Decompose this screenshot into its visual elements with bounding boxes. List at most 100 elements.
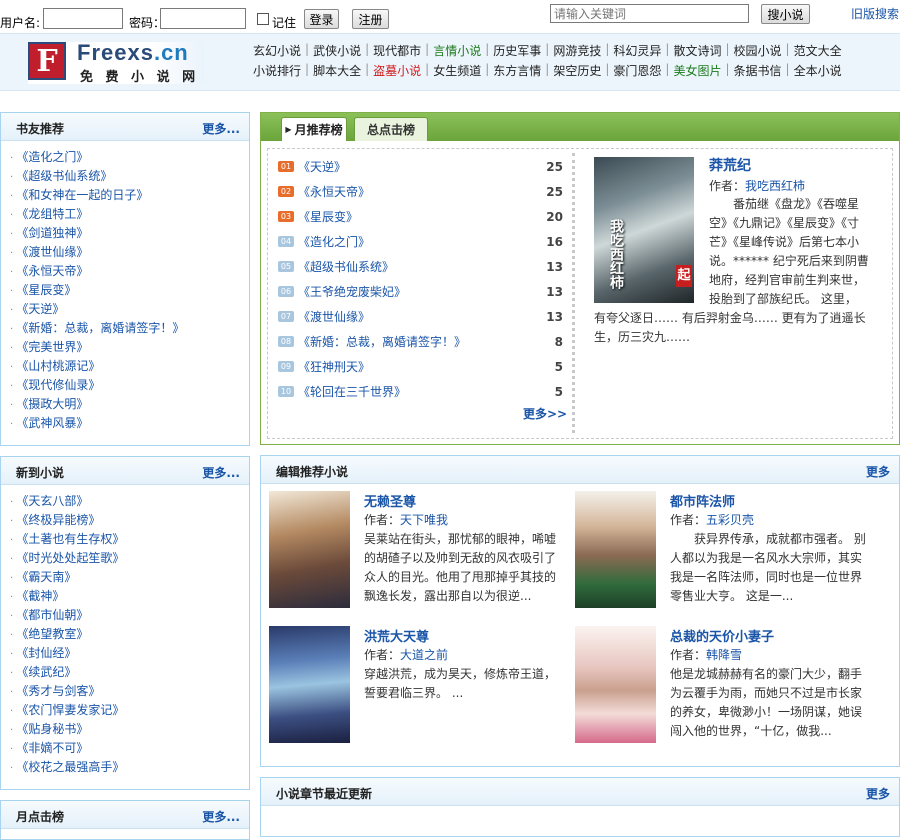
nav-link[interactable]: 小说排行 xyxy=(249,62,305,79)
list-item[interactable]: · 《非嫡不可》 xyxy=(10,739,124,758)
author-link[interactable]: 大道之前 xyxy=(400,648,448,662)
list-item[interactable]: · 《星辰变》 xyxy=(10,281,184,300)
book-link[interactable]: 《新婚：总裁，离婚请签字！》 xyxy=(16,321,184,335)
list-item[interactable]: · 《摄政大明》 xyxy=(10,395,184,414)
list-item[interactable]: · 《秀才与剑客》 xyxy=(10,682,124,701)
more-link[interactable]: 更多... xyxy=(202,464,240,481)
nav-link[interactable]: 科幻灵异 xyxy=(609,42,665,59)
book-link[interactable]: 《非嫡不可》 xyxy=(16,741,88,755)
nav-link[interactable]: 校园小说 xyxy=(730,42,786,59)
book-title[interactable]: 洪荒大天尊 xyxy=(364,626,429,645)
author-link[interactable]: 五彩贝壳 xyxy=(706,513,754,527)
book-link[interactable]: 《剑道独神》 xyxy=(16,226,88,240)
list-item[interactable]: · 《天逆》 xyxy=(10,300,184,319)
list-item[interactable]: · 《剑道独神》 xyxy=(10,224,184,243)
ranking-row[interactable]: 08 《新婚：总裁，离婚请签字！》 8 xyxy=(278,330,563,355)
nav-link[interactable]: 豪门恩怨 xyxy=(609,62,665,79)
list-item[interactable]: · 《新婚：总裁，离婚请签字！》 xyxy=(10,319,184,338)
book-link[interactable]: 《终极异能榜》 xyxy=(16,513,100,527)
register-button[interactable]: 注册 xyxy=(352,9,389,29)
book-title[interactable]: 总裁的天价小妻子 xyxy=(670,626,774,645)
list-item[interactable]: · 《武神风暴》 xyxy=(10,414,184,433)
nav-link[interactable]: 条据书信 xyxy=(730,62,786,79)
list-item[interactable]: · 《现代修仙录》 xyxy=(10,376,184,395)
more-link[interactable]: 更多 xyxy=(866,785,890,802)
book-link[interactable]: 《截神》 xyxy=(16,589,64,603)
list-item[interactable]: · 《渡世仙缘》 xyxy=(10,243,184,262)
rank-book-link[interactable]: 《轮回在三千世界》 xyxy=(298,385,406,399)
author-link[interactable]: 天下唯我 xyxy=(400,513,448,527)
ranking-row[interactable]: 07 《渡世仙缘》 13 xyxy=(278,305,563,330)
book-link[interactable]: 《永恒天帝》 xyxy=(16,264,88,278)
search-input[interactable] xyxy=(550,4,749,23)
list-item[interactable]: · 《永恒天帝》 xyxy=(10,262,184,281)
remember-checkbox[interactable] xyxy=(257,13,269,25)
book-link[interactable]: 《龙组特工》 xyxy=(16,207,88,221)
list-item[interactable]: · 《山村桃源记》 xyxy=(10,357,184,376)
nav-link[interactable]: 网游竞技 xyxy=(549,42,605,59)
nav-link[interactable]: 脚本大全 xyxy=(309,62,365,79)
book-link[interactable]: 《绝望教室》 xyxy=(16,627,88,641)
list-item[interactable]: · 《天玄八部》 xyxy=(10,492,124,511)
list-item[interactable]: · 《和女神在一起的日子》 xyxy=(10,186,184,205)
book-link[interactable]: 《武神风暴》 xyxy=(16,416,88,430)
book-link[interactable]: 《山村桃源记》 xyxy=(16,359,100,373)
nav-link[interactable]: 现代都市 xyxy=(369,42,425,59)
list-item[interactable]: · 《贴身秘书》 xyxy=(10,720,124,739)
login-button[interactable]: 登录 xyxy=(304,9,339,29)
nav-link[interactable]: 历史军事 xyxy=(489,42,545,59)
password-input[interactable] xyxy=(160,8,246,29)
more-link[interactable]: 更多... xyxy=(202,808,240,825)
nav-link[interactable]: 全本小说 xyxy=(790,62,846,79)
book-link[interactable]: 《和女神在一起的日子》 xyxy=(16,188,148,202)
ranking-more-link[interactable]: 更多>> xyxy=(523,405,567,422)
nav-link[interactable]: 言情小说 xyxy=(429,42,485,59)
old-search-link[interactable]: 旧版搜索 xyxy=(851,5,899,22)
list-item[interactable]: · 《霸天南》 xyxy=(10,568,124,587)
more-link[interactable]: 更多... xyxy=(202,120,240,137)
rank-book-link[interactable]: 《渡世仙缘》 xyxy=(298,310,370,324)
book-cover-image[interactable] xyxy=(269,491,350,608)
book-link[interactable]: 《星辰变》 xyxy=(16,283,76,297)
list-item[interactable]: · 《造化之门》 xyxy=(10,148,184,167)
ranking-row[interactable]: 01 《天逆》 25 xyxy=(278,155,563,180)
book-link[interactable]: 《土著也有生存权》 xyxy=(16,532,124,546)
featured-title[interactable]: 莽荒纪 xyxy=(709,155,751,175)
book-link[interactable]: 《渡世仙缘》 xyxy=(16,245,88,259)
ranking-row[interactable]: 06 《王爷绝宠废柴妃》 13 xyxy=(278,280,563,305)
list-item[interactable]: · 《土著也有生存权》 xyxy=(10,530,124,549)
more-link[interactable]: 更多 xyxy=(866,463,890,480)
book-link[interactable]: 《霸天南》 xyxy=(16,570,76,584)
nav-link[interactable]: 美女图片 xyxy=(669,62,725,79)
nav-link[interactable]: 范文大全 xyxy=(790,42,846,59)
book-link[interactable]: 《农门悍妻发家记》 xyxy=(16,703,124,717)
ranking-row[interactable]: 02 《永恒天帝》 25 xyxy=(278,180,563,205)
list-item[interactable]: · 《超级书仙系统》 xyxy=(10,167,184,186)
list-item[interactable]: · 《完美世界》 xyxy=(10,338,184,357)
rank-book-link[interactable]: 《王爷绝宠废柴妃》 xyxy=(298,285,406,299)
book-link[interactable]: 《封仙经》 xyxy=(16,646,76,660)
list-item[interactable]: · 《农门悍妻发家记》 xyxy=(10,701,124,720)
book-link[interactable]: 《都市仙朝》 xyxy=(16,608,88,622)
nav-link[interactable]: 盗墓小说 xyxy=(369,62,425,79)
list-item[interactable]: · 《绝望教室》 xyxy=(10,625,124,644)
author-link[interactable]: 我吃西红柿 xyxy=(745,179,805,193)
book-cover-image[interactable] xyxy=(575,491,656,608)
ranking-row[interactable]: 09 《狂神刑天》 5 xyxy=(278,355,563,380)
book-link[interactable]: 《完美世界》 xyxy=(16,340,88,354)
list-item[interactable]: · 《终极异能榜》 xyxy=(10,511,124,530)
book-link[interactable]: 《校花之最强高手》 xyxy=(16,760,124,774)
book-cover-image[interactable] xyxy=(269,626,350,743)
rank-book-link[interactable]: 《星辰变》 xyxy=(298,210,358,224)
list-item[interactable]: · 《封仙经》 xyxy=(10,644,124,663)
author-link[interactable]: 韩降雪 xyxy=(706,648,742,662)
nav-link[interactable]: 女生频道 xyxy=(429,62,485,79)
book-link[interactable]: 《天玄八部》 xyxy=(16,494,88,508)
list-item[interactable]: · 《龙组特工》 xyxy=(10,205,184,224)
rank-book-link[interactable]: 《造化之门》 xyxy=(298,235,370,249)
tab-monthly-recommend[interactable]: ▶ 月推荐榜 xyxy=(281,117,347,141)
list-item[interactable]: · 《都市仙朝》 xyxy=(10,606,124,625)
list-item[interactable]: · 《校花之最强高手》 xyxy=(10,758,124,777)
book-link[interactable]: 《秀才与剑客》 xyxy=(16,684,100,698)
nav-link[interactable]: 架空历史 xyxy=(549,62,605,79)
